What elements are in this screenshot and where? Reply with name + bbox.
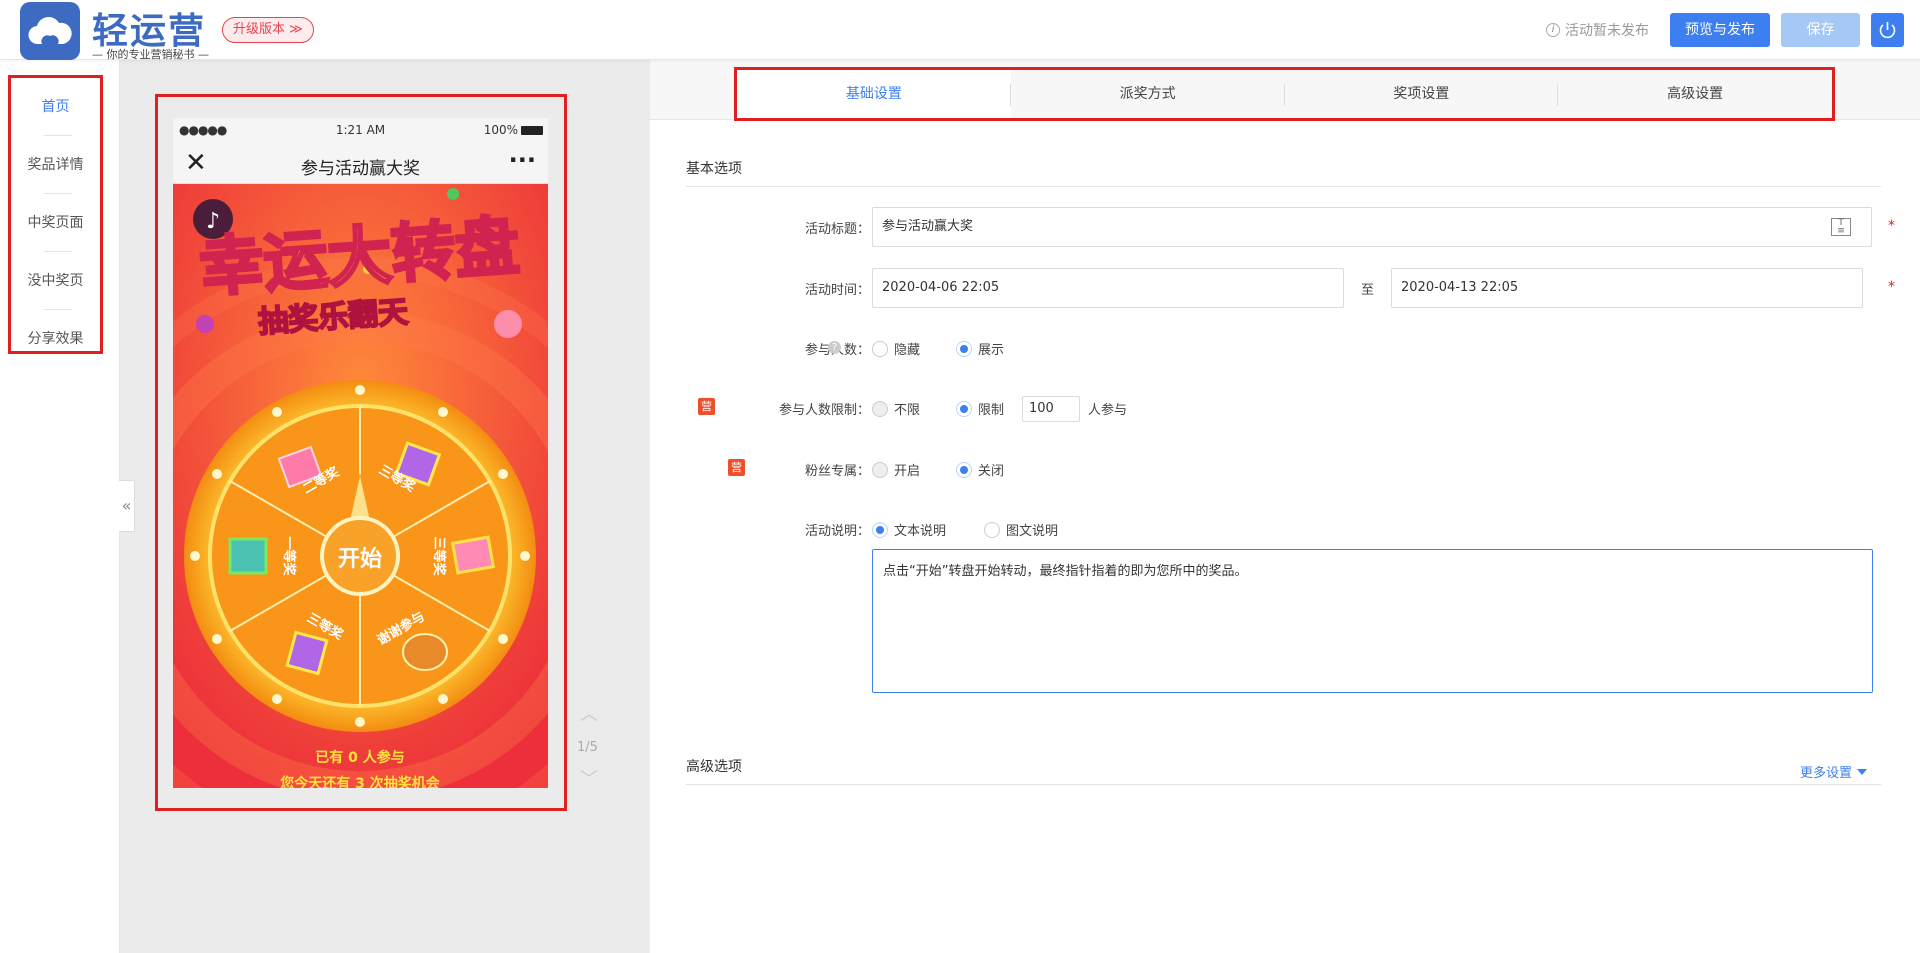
fans-off-radio[interactable]: 关闭: [956, 460, 1004, 479]
more-settings-link[interactable]: 更多设置: [1800, 762, 1868, 781]
tab-award-method[interactable]: 派奖方式: [1011, 70, 1285, 118]
radio-circle: [872, 461, 888, 478]
phone-page-title: 参与活动赢大奖: [301, 159, 420, 179]
desc-text-radio[interactable]: 文本说明: [872, 520, 946, 539]
participants-count-text: 已有 0 人参与: [315, 749, 405, 766]
collapse-sidebar-button[interactable]: «: [119, 480, 135, 532]
page-nav-menu: 首页 奖品详情 中奖页面 没中奖页 分享效果: [8, 75, 103, 354]
end-time-input[interactable]: 2020-04-13 22:05: [1391, 268, 1863, 308]
battery-percent: 100%: [483, 123, 518, 137]
sidebar-item-lose-page[interactable]: 没中奖页: [11, 252, 100, 310]
lucky-wheel-poster: ♪ 幸运大转盘 抽奖乐翻天 二等奖 三等奖 三等奖 谢谢参与 三等奖 一等奖 开…: [173, 184, 548, 788]
title-label: 活动标题：: [804, 222, 870, 237]
tabs-bar: 基础设置 派奖方式 奖项设置 高级设置: [650, 60, 1920, 121]
desc-label: 活动说明：: [804, 524, 870, 539]
fans-label: 粉丝专属：: [804, 464, 870, 479]
radio-circle: [872, 340, 888, 357]
info-icon: i: [1546, 23, 1560, 37]
settings-panel: 基础设置 派奖方式 奖项设置 高级设置 基本选项 活动标题： 参与活动赢大奖 T…: [650, 60, 1920, 953]
radio-circle: [872, 400, 888, 417]
description-textarea[interactable]: 点击“开始”转盘开始转动，最终指针指着的即为您所中的奖品。: [872, 549, 1873, 693]
limit-label: 参与人数限制：: [778, 403, 870, 418]
participants-show-radio[interactable]: 展示: [956, 339, 1004, 358]
svg-text:三等奖: 三等奖: [431, 536, 447, 576]
svg-text:一等奖: 一等奖: [281, 536, 297, 576]
radio-circle: [956, 340, 972, 357]
radio-label: 开启: [894, 464, 921, 479]
advanced-options-heading: 高级选项: [686, 759, 742, 775]
participants-hide-radio[interactable]: 隐藏: [872, 339, 920, 358]
more-settings-label: 更多设置: [1800, 766, 1853, 781]
left-sidebar: 首页 奖品详情 中奖页面 没中奖页 分享效果: [0, 60, 120, 953]
more-icon: ···: [508, 146, 536, 174]
radio-label: 不限: [894, 403, 921, 418]
tab-prize-settings[interactable]: 奖项设置: [1285, 70, 1559, 118]
radio-label: 展示: [978, 343, 1005, 358]
required-mark: *: [1888, 279, 1895, 295]
required-mark: *: [1888, 218, 1895, 234]
chances-text: 您今天还有 3 次抽奖机会: [280, 775, 440, 788]
poster-artwork: ♪ 幸运大转盘 抽奖乐翻天 二等奖 三等奖 三等奖 谢谢参与 三等奖 一等奖 开…: [173, 184, 548, 788]
divider: [686, 186, 1881, 187]
text-format-icon[interactable]: T ≡: [1831, 218, 1851, 236]
limit-limited-radio[interactable]: 限制: [956, 399, 1004, 418]
limit-unlimited-radio[interactable]: 不限: [872, 399, 920, 418]
activity-title-value: 参与活动赢大奖: [882, 219, 974, 234]
basic-options-heading: 基本选项: [686, 161, 742, 177]
battery-icon: [521, 125, 543, 135]
upgrade-button[interactable]: 升级版本 ≫: [222, 17, 314, 43]
top-header: 轻运营 — 你的专业营销秘书 — 升级版本 ≫ i 活动暂未发布 预览与发布 保…: [0, 0, 1920, 61]
desc-richtext-radio[interactable]: 图文说明: [984, 520, 1058, 539]
sidebar-item-prize-details[interactable]: 奖品详情: [11, 136, 100, 194]
tab-advanced-settings[interactable]: 高级设置: [1558, 70, 1832, 118]
limit-count-input[interactable]: 100: [1022, 396, 1080, 422]
sidebar-item-win-page[interactable]: 中奖页面: [11, 194, 100, 252]
radio-label: 文本说明: [894, 524, 947, 539]
wheel-start-label: 开始: [338, 546, 382, 572]
radio-circle: [956, 461, 972, 478]
phone-status-bar: ●●●●● 1:21 AM 100%: [173, 118, 548, 144]
radio-label: 关闭: [978, 464, 1005, 479]
tab-basic-settings[interactable]: 基础设置: [737, 70, 1011, 118]
activity-title-input[interactable]: 参与活动赢大奖 T ≡: [872, 207, 1872, 247]
power-icon: [1879, 22, 1896, 39]
divider: [686, 784, 1881, 785]
battery-indicator: 100%: [484, 123, 543, 137]
save-button[interactable]: 保存: [1781, 13, 1860, 47]
publish-status-text: 活动暂未发布: [1565, 23, 1649, 39]
phone-title-bar: ✕ 参与活动赢大奖 ···: [173, 144, 548, 184]
radio-circle: [984, 521, 1000, 538]
participants-label: 参与人数：: [720, 339, 870, 358]
help-icon[interactable]: ?: [828, 341, 841, 354]
fans-on-radio[interactable]: 开启: [872, 460, 920, 479]
logo-subtitle: — 你的专业营销秘书 —: [92, 48, 209, 61]
chevron-down-icon: [1857, 768, 1868, 775]
limit-suffix: 人参与: [1088, 403, 1128, 418]
start-time-input[interactable]: 2020-04-06 22:05: [872, 268, 1344, 308]
settings-tabs: 基础设置 派奖方式 奖项设置 高级设置: [734, 67, 1835, 121]
radio-circle: [956, 400, 972, 417]
power-button[interactable]: [1871, 13, 1904, 47]
radio-label: 隐藏: [894, 343, 921, 358]
sidebar-item-share[interactable]: 分享效果: [11, 310, 100, 368]
radio-label: 限制: [978, 403, 1005, 418]
time-separator: 至: [1361, 283, 1375, 298]
pro-feature-badge: 营: [698, 398, 715, 415]
radio-label: 图文说明: [1006, 524, 1059, 539]
page-indicator: 1/5: [577, 740, 598, 755]
preview-publish-button[interactable]: 预览与发布: [1670, 13, 1770, 47]
next-page-icon[interactable]: ﹀: [580, 765, 598, 791]
logo-cloud-icon: [20, 2, 80, 60]
radio-circle: [872, 521, 888, 538]
time-label: 活动时间：: [804, 283, 870, 298]
phone-preview: ●●●●● 1:21 AM 100% ✕ 参与活动赢大奖 ··· ♪ 幸运大转盘…: [173, 118, 548, 788]
publish-status: i 活动暂未发布: [1546, 20, 1649, 40]
prev-page-icon[interactable]: ︿: [580, 700, 598, 726]
sidebar-item-home[interactable]: 首页: [11, 78, 100, 136]
